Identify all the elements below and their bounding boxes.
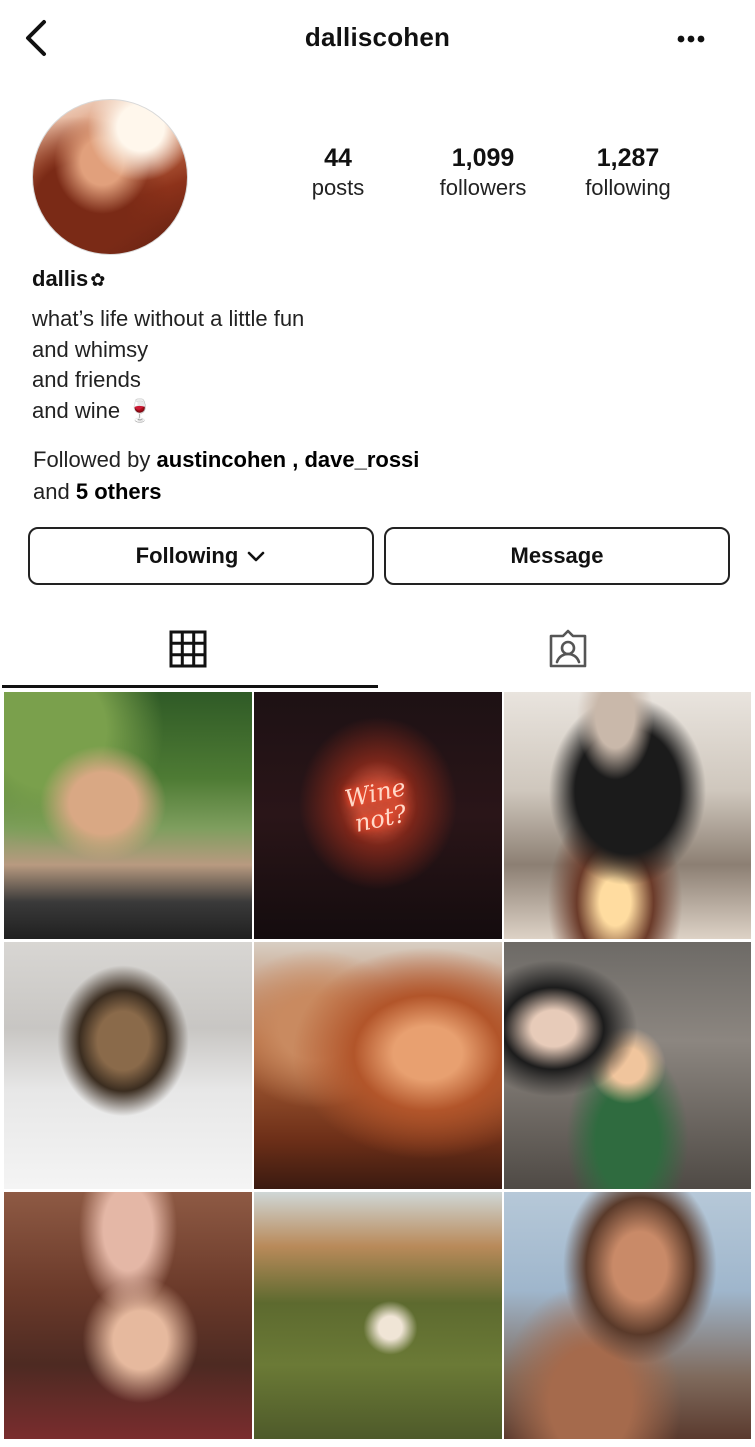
post-thumbnail[interactable]: Wine not?: [254, 692, 502, 939]
tab-posts-grid[interactable]: [0, 610, 376, 688]
followed-by-prefix: Followed by: [33, 447, 151, 472]
post-thumbnail[interactable]: [4, 692, 252, 939]
tab-tagged[interactable]: [380, 610, 755, 688]
bio: what’s life without a little fun and whi…: [32, 304, 304, 426]
followers-stat[interactable]: 1,099 followers: [408, 143, 558, 203]
bio-line: and whimsy: [32, 336, 149, 362]
posts-grid: Wine not?: [0, 692, 755, 1442]
active-tab-indicator: [2, 685, 378, 688]
followers-label: followers: [439, 175, 527, 200]
followed-by[interactable]: Followed by austincohen , dave_rossi and…: [33, 444, 419, 508]
following-count: 1,287: [596, 144, 660, 172]
post-thumbnail[interactable]: [4, 1192, 252, 1439]
tagged-icon: [549, 629, 587, 668]
profile-tabs: [0, 610, 755, 690]
posts-label: posts: [311, 175, 365, 200]
post-thumbnail[interactable]: [504, 1192, 751, 1439]
post-thumbnail[interactable]: [4, 942, 252, 1189]
bio-line: what’s life without a little fun: [32, 306, 305, 331]
profile-header: dalliscohen: [0, 0, 755, 78]
following-label: following: [585, 175, 671, 200]
posts-count: 44: [324, 144, 352, 172]
chevron-down-icon: [248, 551, 265, 562]
post-thumbnail[interactable]: [254, 942, 502, 1189]
display-name-text: dallis: [32, 266, 89, 291]
bio-line: and wine 🍷: [32, 397, 154, 423]
following-button[interactable]: Following: [28, 527, 374, 585]
following-button-label: Following: [135, 543, 239, 568]
message-button-label: Message: [510, 543, 604, 568]
profile-avatar[interactable]: [32, 99, 188, 255]
message-button[interactable]: Message: [384, 527, 730, 585]
post-thumbnail[interactable]: [504, 692, 751, 939]
username-title: dalliscohen: [304, 22, 451, 52]
post-thumbnail[interactable]: [504, 942, 751, 1189]
posts-stat[interactable]: 44 posts: [263, 143, 413, 203]
bio-line: and friends: [32, 367, 141, 392]
follower-link-austincohen[interactable]: austincohen: [157, 447, 287, 472]
followed-by-separator: ,: [286, 447, 305, 472]
post-thumbnail[interactable]: [254, 1192, 502, 1439]
grid-icon: [169, 630, 207, 668]
follower-link-dave-rossi[interactable]: dave_rossi: [304, 447, 419, 472]
followed-by-others[interactable]: 5 others: [76, 479, 162, 504]
flower-icon: ✿: [90, 270, 106, 290]
followed-by-and: and: [33, 479, 70, 504]
display-name: dallis ✿: [32, 266, 105, 292]
more-icon: [677, 35, 705, 43]
following-stat[interactable]: 1,287 following: [553, 143, 703, 203]
followers-count: 1,099: [451, 144, 515, 172]
neon-sign-text: Wine not?: [254, 755, 502, 857]
more-options-button[interactable]: [675, 22, 715, 56]
